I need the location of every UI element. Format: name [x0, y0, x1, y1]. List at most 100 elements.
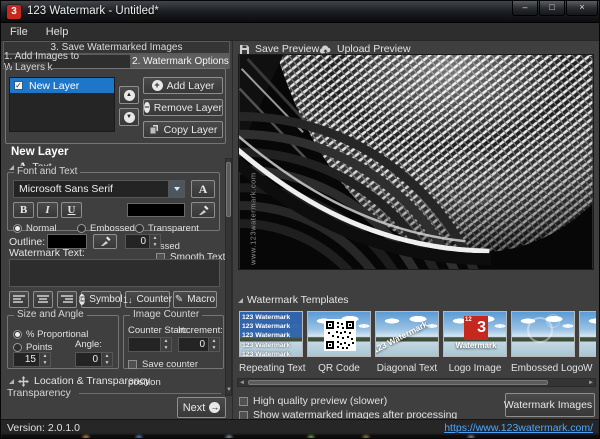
scroll-down-icon[interactable]: ▼: [226, 387, 231, 394]
transparency-group-line: [79, 393, 221, 394]
menu-file[interactable]: File: [1, 26, 37, 38]
scroll-left-icon[interactable]: ◄: [239, 380, 245, 386]
align-left-icon: [13, 295, 25, 304]
layer-checkbox[interactable]: ✓: [14, 81, 23, 90]
text-color-eyedropper-button[interactable]: [191, 202, 215, 218]
expander-icon: [9, 379, 14, 384]
checkbox-icon: [239, 397, 248, 406]
layer-name: New Layer: [29, 80, 79, 92]
macro-button[interactable]: ✎ Macro: [173, 291, 217, 308]
scrollbar-thumb[interactable]: [248, 380, 548, 385]
radio-icon: [77, 224, 86, 233]
counter-label: Counter: [136, 294, 172, 305]
templates-strip: 123 Watermark 123 Watermark 123 Watermar…: [237, 309, 596, 375]
layer-move-down-button[interactable]: ▼: [119, 108, 139, 126]
menu-help[interactable]: Help: [37, 26, 78, 38]
template-logo-image[interactable]: 12 3 Watermark Logo Image: [443, 311, 507, 357]
template-diagonal-text[interactable]: 123 Watermark Diagonal Text: [375, 311, 439, 357]
angle-label: Angle:: [75, 339, 102, 350]
template-embossed-logo[interactable]: Embossed Logo: [511, 311, 575, 357]
layers-group-label: Layers: [12, 62, 48, 73]
symbol-icon: ©: [79, 294, 85, 305]
template-thumbnail-image: [307, 311, 371, 357]
size-angle-label: Size and Angle: [14, 309, 87, 320]
mode-embossed-label: Embossed: [90, 223, 135, 234]
embossed-circle-small: [546, 314, 560, 328]
close-button[interactable]: ×: [566, 1, 598, 16]
font-select-value: Microsoft Sans Serif: [14, 183, 168, 195]
watermark-images-button[interactable]: Watermark Images: [505, 393, 595, 417]
template-label: Embossed Logo: [511, 363, 575, 374]
bold-button[interactable]: B: [13, 202, 34, 218]
remove-layer-label: Remove Layer: [154, 102, 222, 114]
align-left-button[interactable]: [9, 291, 29, 308]
layer-list-item[interactable]: ✓ New Layer: [10, 78, 114, 93]
angle-spinner[interactable]: 0 ▲▼: [75, 352, 113, 367]
outline-size-value: 0: [126, 235, 149, 248]
next-button[interactable]: Next →: [177, 397, 226, 418]
title-bar[interactable]: 3 123 Watermark - Untitled* – □ ×: [1, 1, 600, 23]
radio-icon: [13, 224, 22, 233]
template-partial[interactable]: W: [579, 311, 596, 357]
tab-watermark-options[interactable]: 2. Watermark Options: [131, 54, 230, 69]
image-counter-label: Image Counter: [130, 309, 202, 320]
maximize-button[interactable]: □: [539, 1, 565, 16]
watermark-templates-header[interactable]: Watermark Templates: [238, 294, 349, 306]
italic-button[interactable]: I: [37, 202, 58, 218]
template-label: Diagonal Text: [375, 363, 439, 374]
size-value: 15: [14, 353, 39, 366]
increment-spinner[interactable]: 0 ▲▼: [178, 337, 220, 352]
templates-horizontal-scrollbar[interactable]: ◄ ►: [237, 378, 596, 387]
counter-button[interactable]: 1↓ Counter: [125, 291, 170, 308]
symbol-button[interactable]: © Symbol: [81, 291, 121, 308]
status-bar: Version: 2.0.1.0 https://www.123watermar…: [1, 419, 600, 434]
preview-panel: Save Preview Upload Preview: [233, 41, 600, 419]
copy-layer-label: Copy Layer: [164, 124, 218, 136]
layers-list[interactable]: ✓ New Layer: [9, 77, 115, 132]
logo-big-text: 3: [477, 318, 486, 338]
template-thumbnail-image: 123 Watermark: [375, 311, 439, 357]
location-transparency-header[interactable]: Location & Transparency: [9, 375, 150, 387]
template-qr-code[interactable]: QR Code: [307, 311, 371, 357]
font-dialog-button[interactable]: A: [191, 180, 215, 198]
outline-size-spinner[interactable]: 0 ▲▼: [125, 234, 161, 249]
next-arrow-icon: →: [209, 402, 220, 413]
logo-caption: Watermark: [444, 341, 507, 350]
underline-button[interactable]: U: [61, 202, 82, 218]
outline-eyedropper-button[interactable]: [93, 234, 117, 249]
website-link[interactable]: https://www.123watermark.com/: [444, 422, 593, 434]
add-layer-button[interactable]: + Add Layer: [143, 77, 223, 94]
version-text: Version: 2.0.1.0: [7, 422, 80, 434]
options-vertical-scrollbar[interactable]: ▼: [225, 158, 232, 396]
watermark-text-label: Watermark Text:: [9, 247, 85, 259]
next-label: Next: [183, 402, 206, 414]
template-repeating-text[interactable]: 123 Watermark 123 Watermark 123 Watermar…: [239, 311, 303, 357]
template-thumbnail-image: [579, 311, 596, 357]
eyedropper-icon: [100, 236, 111, 247]
repeat-line: 123 Watermark: [242, 350, 290, 357]
repeat-line: 123 Watermark: [242, 331, 290, 340]
align-center-button[interactable]: [33, 291, 53, 308]
scrollbar-thumb[interactable]: [226, 162, 231, 217]
taskbar-strip: [1, 434, 600, 439]
dropdown-arrow-icon: [168, 181, 184, 197]
watermark-images-label: Watermark Images: [504, 399, 592, 411]
counter-start-spinner[interactable]: ▲▼: [128, 337, 172, 352]
copy-layer-button[interactable]: Copy Layer: [143, 121, 223, 138]
align-right-button[interactable]: [57, 291, 77, 308]
location-transparency-label: Location & Transparency: [34, 375, 150, 387]
repeat-line: 123 Watermark: [242, 341, 290, 350]
template-label: W: [579, 363, 596, 374]
text-color-swatch[interactable]: [127, 203, 185, 217]
font-select[interactable]: Microsoft Sans Serif: [13, 180, 185, 198]
checkbox-icon: [128, 360, 137, 369]
save-icon: [239, 44, 250, 55]
watermark-templates-label: Watermark Templates: [247, 294, 349, 306]
minimize-button[interactable]: –: [512, 1, 538, 16]
watermark-text-input[interactable]: [9, 259, 220, 287]
counter-icon: 1↓: [123, 295, 133, 305]
layer-move-up-button[interactable]: ▲: [119, 86, 139, 104]
scroll-right-icon[interactable]: ►: [588, 380, 594, 386]
remove-layer-button[interactable]: − Remove Layer: [143, 99, 223, 116]
size-spinner[interactable]: 15 ▲▼: [13, 352, 51, 367]
